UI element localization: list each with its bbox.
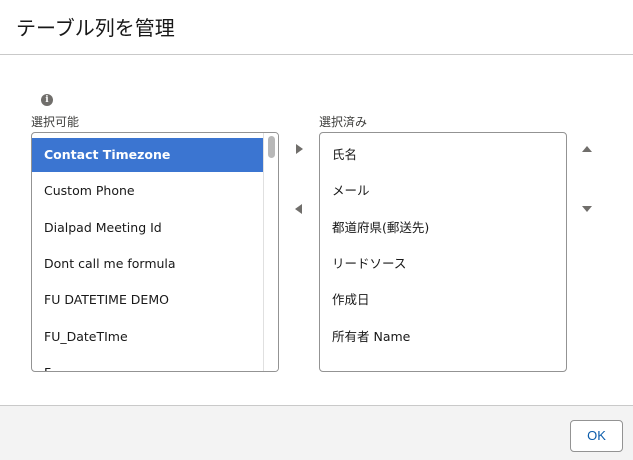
dialog-header: テーブル列を管理: [0, 0, 633, 55]
move-to-selected-button[interactable]: [288, 138, 310, 160]
scrollbar-track[interactable]: [263, 133, 278, 371]
triangle-right-icon: [296, 144, 303, 154]
selected-list-label: 選択済み: [319, 115, 368, 129]
selected-option[interactable]: メール: [320, 174, 566, 208]
available-option[interactable]: FU DATETIME DEMO: [32, 283, 263, 317]
selected-option[interactable]: リードソース: [320, 247, 566, 281]
available-option[interactable]: Dialpad Meeting Id: [32, 211, 263, 245]
selected-listbox[interactable]: 氏名 メール 都道府県(郵送先) リードソース 作成日 所有者 Name: [319, 132, 567, 372]
available-option[interactable]: F...: [32, 356, 263, 371]
dialog-footer: OK: [0, 405, 633, 460]
selected-option[interactable]: 所有者 Name: [320, 320, 566, 354]
available-option[interactable]: Contact Timezone: [32, 138, 263, 172]
info-icon[interactable]: i: [41, 94, 53, 106]
dialog-title: テーブル列を管理: [16, 16, 175, 40]
triangle-up-icon: [582, 146, 592, 152]
move-up-button[interactable]: [576, 138, 598, 160]
available-list-label: 選択可能: [31, 115, 80, 129]
selected-option[interactable]: 都道府県(郵送先): [320, 211, 566, 245]
selected-option[interactable]: 作成日: [320, 283, 566, 317]
triangle-left-icon: [295, 204, 302, 214]
scrollbar-thumb[interactable]: [268, 136, 275, 158]
available-option[interactable]: Dont call me formula: [32, 247, 263, 281]
available-option[interactable]: Custom Phone: [32, 174, 263, 208]
available-option[interactable]: FU_DateTIme: [32, 320, 263, 354]
move-to-available-button[interactable]: [288, 198, 310, 220]
ok-button[interactable]: OK: [570, 420, 623, 452]
selected-option[interactable]: 氏名: [320, 138, 566, 172]
available-listbox[interactable]: Contact Timezone Custom Phone Dialpad Me…: [31, 132, 279, 372]
triangle-down-icon: [582, 206, 592, 212]
move-down-button[interactable]: [576, 198, 598, 220]
